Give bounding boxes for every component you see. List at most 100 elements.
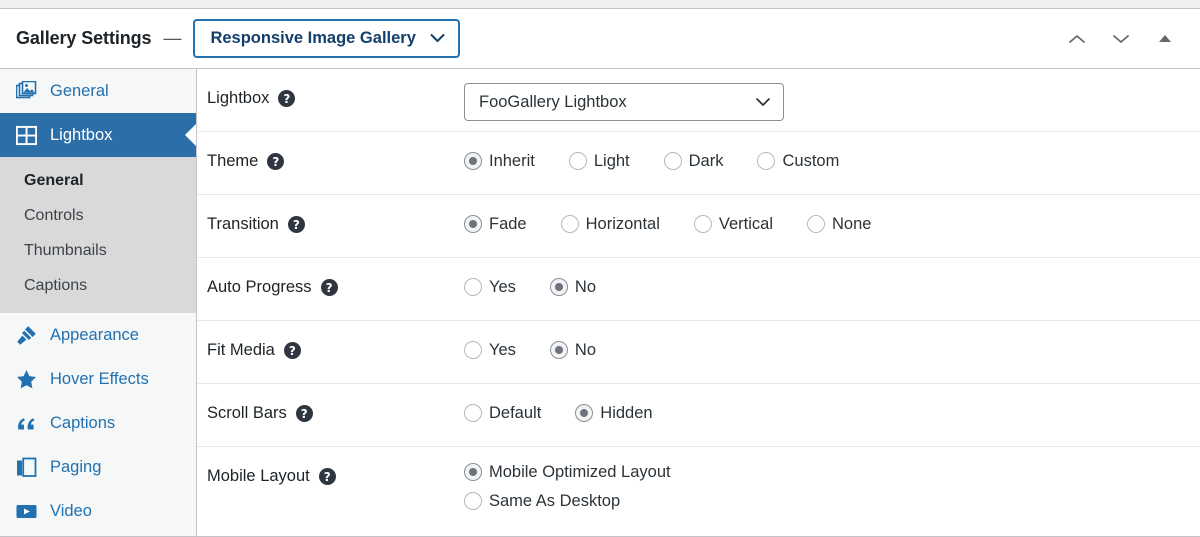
radio-option[interactable]: Same As Desktop [464, 492, 1200, 510]
template-selector-button[interactable]: Responsive Image Gallery [193, 19, 460, 58]
radio-option[interactable]: Horizontal [560, 214, 660, 233]
help-icon[interactable]: ? [267, 153, 285, 170]
radio-option-label: Mobile Optimized Layout [489, 462, 671, 481]
radio-dot-icon [757, 152, 776, 170]
subnav-item-controls[interactable]: Controls [0, 198, 196, 233]
sidebar-item-label: Video [50, 501, 92, 520]
radio-option-label: Horizontal [585, 214, 660, 233]
sidebar-item-captions[interactable]: Captions [0, 401, 196, 445]
setting-control: Yes No [464, 258, 1200, 296]
radio-option-label: Default [489, 403, 542, 422]
setting-control: Inherit Light Dark Custom [464, 132, 1200, 170]
radio-dot-icon [575, 404, 594, 422]
setting-label: Lightbox ? [207, 69, 464, 107]
panel-header: Gallery Settings — Responsive Image Gall… [0, 9, 1200, 69]
setting-label: Mobile Layout ? [207, 447, 464, 485]
sidebar-item-label: Paging [50, 457, 102, 476]
radio-option[interactable]: Light [568, 151, 630, 170]
radio-option[interactable]: No [549, 341, 596, 359]
setting-label-text: Scroll Bars [207, 404, 287, 423]
sidebar-item-general[interactable]: General [0, 69, 196, 113]
setting-row-theme: Theme ? Inherit Light Dark Custom [197, 132, 1200, 195]
setting-label-text: Theme [207, 152, 259, 171]
radio-option[interactable]: Inherit [464, 152, 535, 170]
sidebar-item-video[interactable]: Video [0, 489, 196, 533]
subnav-item-thumbnails[interactable]: Thumbnails [0, 233, 196, 268]
setting-row-lightbox: Lightbox ? FooGallery Lightbox [197, 69, 1200, 132]
radio-dot-icon [663, 152, 682, 170]
setting-label-text: Transition [207, 215, 279, 234]
radio-option[interactable]: Custom [757, 152, 839, 170]
radio-option-label: Dark [688, 151, 724, 170]
help-icon[interactable]: ? [318, 468, 336, 485]
radio-option-label: Light [593, 151, 630, 170]
setting-row-mobile-layout: Mobile Layout ? Mobile Optimized Layout … [197, 447, 1200, 536]
setting-control: Mobile Optimized Layout Same As Desktop [464, 447, 1200, 521]
help-icon[interactable]: ? [278, 90, 296, 107]
radio-option[interactable]: Mobile Optimized Layout [464, 463, 1200, 481]
setting-label-text: Lightbox [207, 89, 270, 108]
setting-control: Yes No [464, 321, 1200, 359]
triangle-up-icon[interactable] [1152, 26, 1178, 52]
radio-option[interactable]: Vertical [693, 214, 774, 233]
paintbrush-icon [16, 325, 37, 346]
radio-option[interactable]: Hidden [575, 404, 653, 422]
scroll-bars-radio-group: Default Hidden [464, 396, 1200, 422]
radio-dot-icon [549, 278, 568, 296]
subnav-item-general[interactable]: General [0, 163, 196, 198]
radio-option-label: Same As Desktop [489, 491, 621, 510]
grid-icon [16, 125, 37, 146]
radio-option-label: Yes [489, 340, 516, 359]
radio-dot-icon [464, 463, 482, 481]
subnav-item-label: Captions [24, 276, 88, 294]
help-icon[interactable]: ? [287, 216, 305, 233]
radio-option-label: Vertical [718, 214, 774, 233]
sidebar-item-lightbox[interactable]: Lightbox [0, 113, 196, 157]
radio-option[interactable]: None [807, 215, 871, 233]
book-icon [16, 457, 37, 478]
radio-option-label: Inherit [489, 151, 535, 170]
sidebar-item-paging[interactable]: Paging [0, 445, 196, 489]
chevron-down-icon [755, 93, 771, 112]
setting-label: Fit Media ? [207, 321, 464, 359]
setting-label: Auto Progress ? [207, 258, 464, 296]
gallery-settings-panel: Gallery Settings — Responsive Image Gall… [0, 8, 1200, 537]
setting-row-fit-media: Fit Media ? Yes No [197, 321, 1200, 384]
sidebar-item-label: Hover Effects [50, 369, 149, 388]
help-icon[interactable]: ? [320, 279, 338, 296]
setting-control: Fade Horizontal Vertical None [464, 195, 1200, 233]
radio-dot-icon [464, 341, 482, 359]
radio-option-label: Custom [782, 151, 840, 170]
setting-row-transition: Transition ? Fade Horizontal Vertical No… [197, 195, 1200, 258]
radio-option[interactable]: Dark [663, 151, 724, 170]
theme-radio-group: Inherit Light Dark Custom [464, 144, 1200, 170]
chevron-up-icon[interactable] [1064, 26, 1090, 52]
setting-control: FooGallery Lightbox [464, 69, 1200, 121]
header-actions [1064, 26, 1186, 52]
radio-option-label: Fade [489, 214, 527, 233]
radio-option[interactable]: Fade [464, 215, 527, 233]
radio-dot-icon [807, 215, 826, 233]
setting-row-auto-progress: Auto Progress ? Yes No [197, 258, 1200, 321]
quote-icon [16, 413, 37, 434]
setting-control: Default Hidden [464, 384, 1200, 422]
page-title: Gallery Settings [16, 28, 152, 48]
radio-option[interactable]: Yes [464, 278, 516, 296]
sidebar-item-label: General [50, 81, 109, 100]
setting-label: Theme ? [207, 132, 464, 170]
radio-option[interactable]: No [549, 278, 596, 296]
chevron-down-icon[interactable] [1108, 26, 1134, 52]
sidebar-item-appearance[interactable]: Appearance [0, 313, 196, 357]
subnav-item-label: General [24, 171, 84, 189]
radio-option-label: None [832, 214, 872, 233]
radio-option[interactable]: Yes [464, 341, 516, 359]
help-icon[interactable]: ? [295, 405, 313, 422]
radio-dot-icon [549, 341, 568, 359]
setting-label: Scroll Bars ? [207, 384, 464, 422]
sidebar-item-hover-effects[interactable]: Hover Effects [0, 357, 196, 401]
panel-body: General Lightbox General Controls Thumbn… [0, 69, 1200, 536]
help-icon[interactable]: ? [283, 342, 301, 359]
lightbox-select[interactable]: FooGallery Lightbox [464, 83, 784, 121]
radio-option[interactable]: Default [464, 404, 541, 422]
subnav-item-captions[interactable]: Captions [0, 268, 196, 303]
